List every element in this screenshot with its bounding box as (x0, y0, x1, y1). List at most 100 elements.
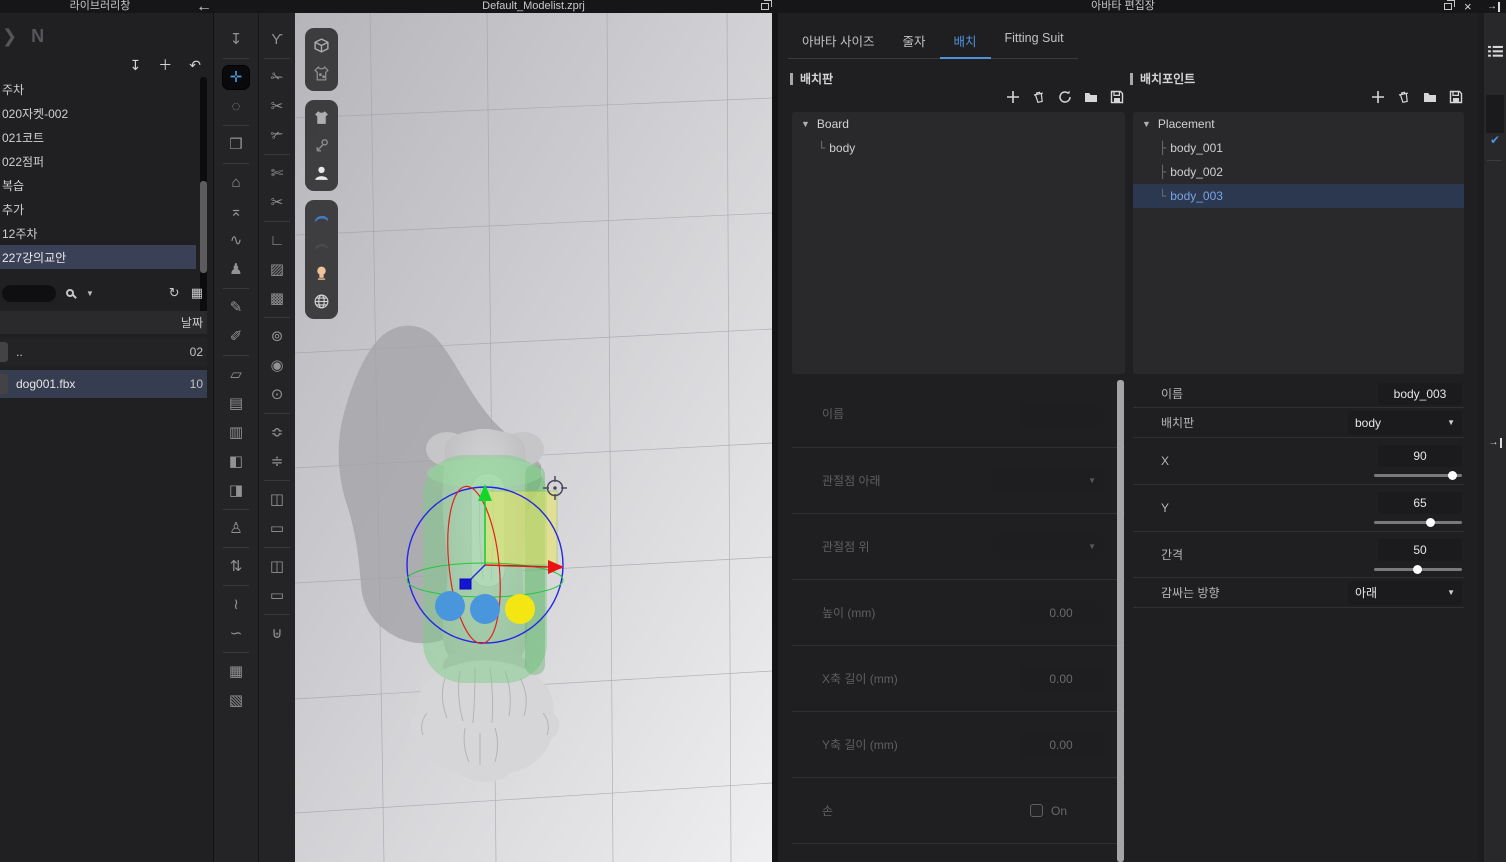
tool-button[interactable] (259, 150, 295, 159)
garment-measure-2-tool[interactable]: ▧ (214, 686, 258, 715)
gap-value-input[interactable]: 50 (1378, 539, 1462, 561)
x-value-input[interactable]: 90 (1378, 445, 1462, 467)
x-length-input[interactable]: 0.00 (1019, 667, 1103, 691)
library-folder[interactable]: 021코트 (0, 125, 196, 149)
pin-tool[interactable]: ✎ (214, 293, 258, 322)
collapsed-panel-button[interactable] (1486, 95, 1504, 133)
shirts-tool[interactable]: ▥ (214, 418, 258, 447)
sewing-machine-tool[interactable]: ⌂ (214, 168, 258, 197)
hand-checkbox[interactable] (1030, 804, 1043, 817)
gap-slider[interactable] (1374, 568, 1462, 571)
gizmo-plane-quad[interactable] (485, 491, 557, 565)
add-icon[interactable] (1005, 89, 1021, 105)
cut-tool[interactable]: ✃ (259, 121, 295, 150)
wrap-direction-select[interactable]: 아래▼ (1348, 581, 1462, 605)
drape-tool[interactable]: ❒ (214, 130, 258, 159)
tack-tool[interactable]: ✐ (214, 322, 258, 351)
pattern-shirt-icon[interactable] (309, 61, 334, 86)
search-input[interactable] (2, 285, 56, 302)
placement-points[interactable] (435, 591, 535, 624)
placement-name-input[interactable]: body_003 (1378, 383, 1462, 405)
tool-button[interactable] (259, 313, 295, 322)
joint-below-select[interactable]: ▼ (993, 468, 1103, 493)
undo-icon[interactable]: ↶ (189, 57, 201, 74)
delete-icon[interactable] (1396, 89, 1412, 105)
tool-button[interactable] (214, 121, 258, 130)
library-folder[interactable]: 복습 (0, 173, 196, 197)
grid-view-icon[interactable]: ▦ (191, 285, 203, 301)
save-icon[interactable] (1109, 89, 1125, 105)
remesh-tool[interactable]: ✂ (259, 188, 295, 217)
button-tool[interactable]: ◉ (259, 351, 295, 380)
fabric-roll-select-tool[interactable]: ◫ (259, 485, 295, 514)
tool-button[interactable] (214, 505, 258, 514)
fabric-blue-icon[interactable] (309, 205, 334, 230)
height-input[interactable]: 0.00 (1019, 601, 1103, 625)
fitting-person-tool[interactable]: ♟ (214, 255, 258, 284)
trace-tool[interactable]: ✄ (259, 159, 295, 188)
x-slider-thumb[interactable] (1448, 471, 1457, 480)
walk-pose-tool[interactable]: ϒ (259, 25, 295, 54)
tool-button[interactable] (214, 543, 258, 552)
jacket-tool[interactable]: ▤ (214, 389, 258, 418)
file-row-dog001[interactable]: dog001.fbx 10 (0, 370, 207, 398)
tree-item[interactable]: ├ body_002 (1133, 160, 1464, 184)
fold-arrangement-tool[interactable]: ▱ (214, 360, 258, 389)
fold-right-tool[interactable]: ◨ (214, 476, 258, 505)
library-collapse-arrow-icon[interactable]: ← (196, 0, 212, 13)
avatar-head-icon[interactable] (309, 261, 334, 286)
panel-expand-mid-icon[interactable]: → (1484, 438, 1506, 448)
placement-tree-root[interactable]: ▼ Placement (1133, 112, 1464, 136)
tool-button[interactable] (214, 54, 258, 63)
board-name-input[interactable] (1019, 402, 1103, 426)
download-icon[interactable]: ↧ (130, 57, 142, 74)
move-tool[interactable]: ✛ (214, 63, 258, 92)
joint-above-select[interactable]: ▼ (993, 534, 1103, 559)
tool-button[interactable] (259, 476, 295, 485)
x-slider[interactable] (1374, 474, 1462, 477)
fold-left-tool[interactable]: ◧ (214, 447, 258, 476)
library-folder[interactable]: 주차 (0, 77, 196, 101)
add-icon[interactable] (1370, 89, 1386, 105)
editor-close-icon[interactable]: × (1464, 0, 1472, 13)
fabric-roll-2-tool[interactable]: ▭ (259, 581, 295, 610)
object-list-icon[interactable] (1484, 45, 1506, 58)
y-value-input[interactable]: 65 (1378, 492, 1462, 514)
tree-item[interactable]: ├ body_001 (1133, 136, 1464, 160)
segment-sewing-tool[interactable]: ⌅ (214, 197, 258, 226)
tool-button[interactable] (259, 409, 295, 418)
viewport-3d[interactable] (295, 0, 772, 862)
delete-icon[interactable] (1031, 89, 1047, 105)
library-folder[interactable]: 12주차 (0, 221, 196, 245)
fabric-dark-icon[interactable] (309, 233, 334, 258)
open-folder-icon[interactable] (1083, 89, 1099, 105)
y-slider[interactable] (1374, 521, 1462, 524)
tool-button[interactable] (259, 54, 295, 63)
avatar-garment-tool[interactable]: ♙ (214, 514, 258, 543)
puller-tool[interactable]: ⊎ (259, 619, 295, 648)
library-folder[interactable]: 227강의교안 (0, 245, 196, 269)
editor-restore-icon[interactable] (1444, 0, 1452, 13)
y-slider-thumb[interactable] (1426, 518, 1435, 527)
save-icon[interactable] (1448, 89, 1464, 105)
globe-icon[interactable] (309, 289, 334, 314)
library-folder[interactable]: 추가 (0, 197, 196, 221)
editor-tab[interactable]: 아바타 사이즈 (788, 23, 888, 59)
refresh-icon[interactable] (1057, 89, 1073, 105)
gap-slider-thumb[interactable] (1413, 565, 1422, 574)
tool-button[interactable] (259, 610, 295, 619)
file-table-date-header[interactable]: 날짜 (0, 311, 207, 334)
flatten-measure-tool[interactable]: ⇅ (214, 552, 258, 581)
free-sewing-tool[interactable]: ∿ (214, 226, 258, 255)
fabric-roll-tool[interactable]: ▭ (259, 514, 295, 543)
open-folder-icon[interactable] (1422, 89, 1438, 105)
panel-expand-icon[interactable]: → (1487, 0, 1500, 13)
import-tool[interactable]: ↧ (214, 25, 258, 54)
fabric-roll-select-2-tool[interactable]: ◫ (259, 552, 295, 581)
caret-down-icon[interactable]: ▼ (1142, 119, 1151, 129)
avatar-icon[interactable] (309, 161, 334, 186)
pattern-checker-tool[interactable]: ▨ (259, 255, 295, 284)
tool-button[interactable] (214, 648, 258, 657)
tape-measure-tool[interactable]: ∽ (214, 619, 258, 648)
tool-button[interactable] (259, 543, 295, 552)
